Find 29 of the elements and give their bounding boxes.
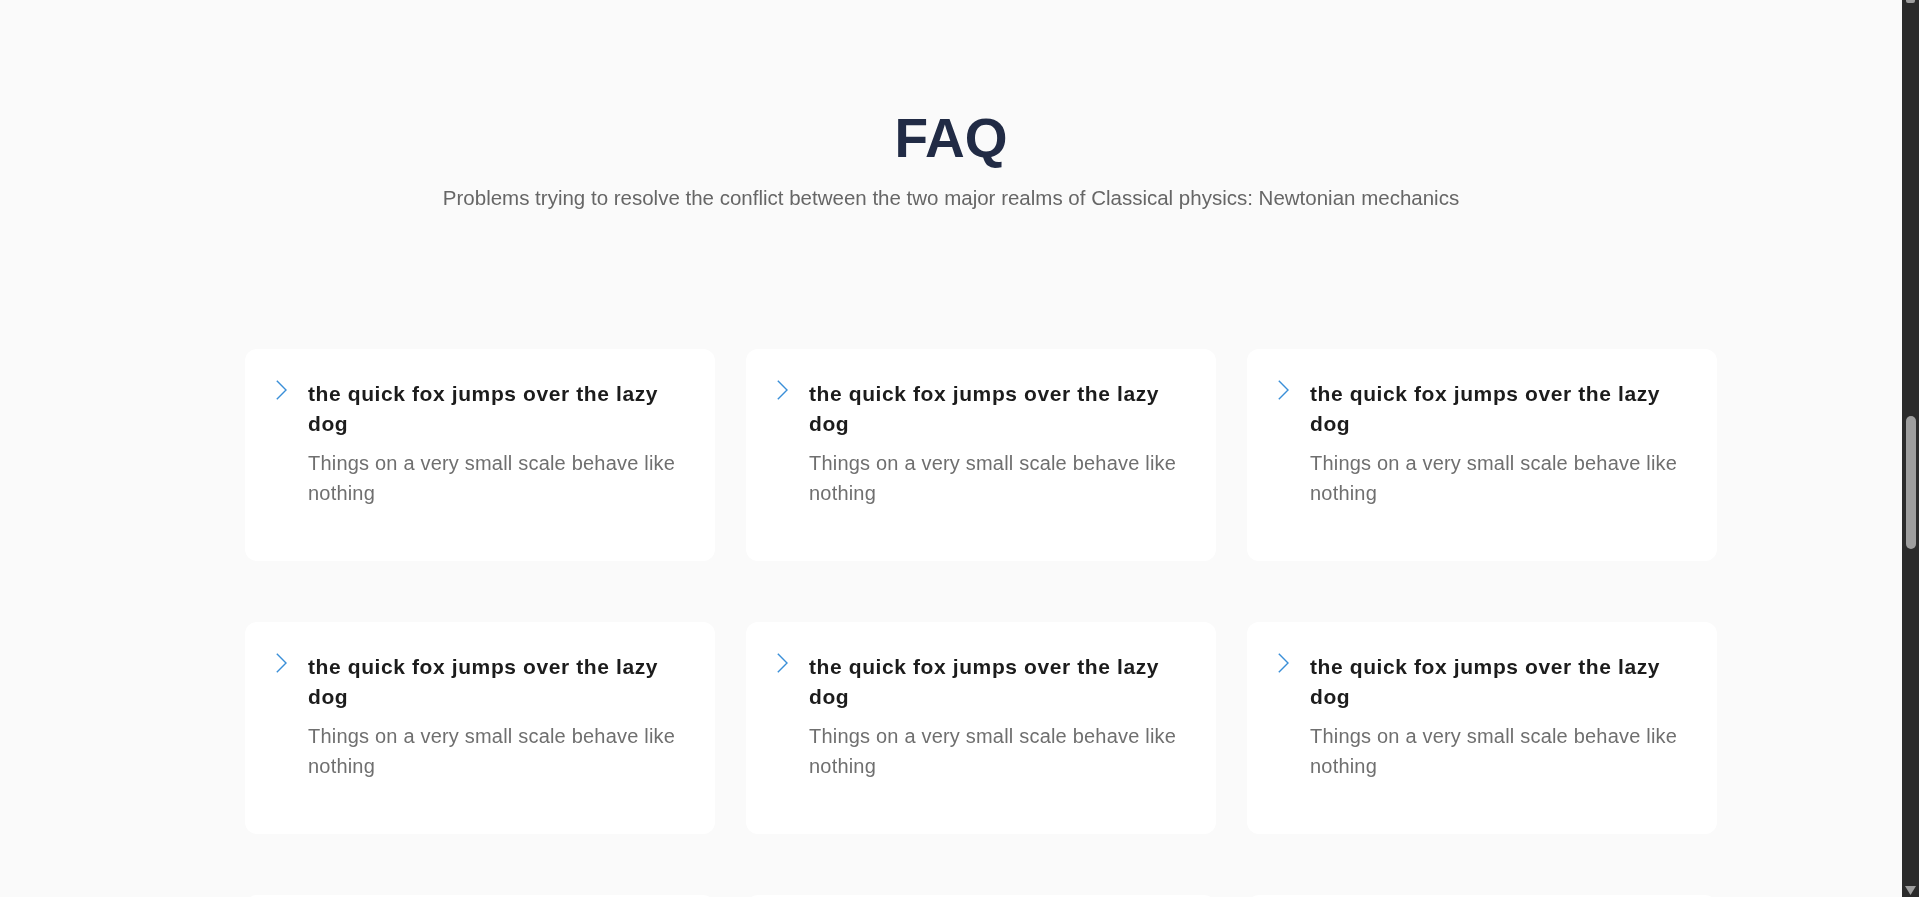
faq-card[interactable]: the quick fox jumps over the lazy dog Things on a very small scale behave like nothing xyxy=(1247,349,1717,561)
chevron-right-icon xyxy=(276,653,287,673)
faq-question: the quick fox jumps over the lazy dog xyxy=(1310,381,1662,437)
chevron-right-icon xyxy=(777,380,788,400)
faq-card[interactable]: the quick fox jumps over the lazy dog Things on a very small scale behave like nothing xyxy=(245,622,715,834)
faq-card[interactable]: the quick fox jumps over the lazy dog Things on a very small scale behave like nothing xyxy=(245,349,715,561)
chevron-right-icon xyxy=(1278,380,1289,400)
faq-card[interactable]: the quick fox jumps over the lazy dog Things on a very small scale behave like nothing xyxy=(1247,622,1717,834)
faq-answer: Things on a very small scale behave like nothing xyxy=(1310,451,1679,506)
scrollbar[interactable] xyxy=(1902,0,1919,897)
faq-answer: Things on a very small scale behave like nothing xyxy=(809,451,1178,506)
faq-question: the quick fox jumps over the lazy dog xyxy=(1310,654,1662,710)
scrollbar-thumb[interactable] xyxy=(1906,416,1916,549)
faq-question: the quick fox jumps over the lazy dog xyxy=(809,654,1161,710)
faq-answer: Things on a very small scale behave like nothing xyxy=(1310,724,1679,779)
faq-answer: Things on a very small scale behave like nothing xyxy=(809,724,1178,779)
faq-question: the quick fox jumps over the lazy dog xyxy=(809,381,1161,437)
faq-answer: Things on a very small scale behave like nothing xyxy=(308,724,677,779)
scroll-down-arrow-icon[interactable] xyxy=(1905,886,1916,895)
page-subtitle: Problems trying to resolve the conflict between the two major realms of Classical physics: Newtonian mechanics xyxy=(442,185,1460,210)
page-title: FAQ xyxy=(894,111,1008,166)
faq-question: the quick fox jumps over the lazy dog xyxy=(308,654,660,710)
chevron-right-icon xyxy=(1278,653,1289,673)
faq-card[interactable]: the quick fox jumps over the lazy dog Things on a very small scale behave like nothing xyxy=(746,622,1216,834)
chevron-right-icon xyxy=(777,653,788,673)
faq-card[interactable]: the quick fox jumps over the lazy dog Things on a very small scale behave like nothing xyxy=(746,349,1216,561)
faq-answer: Things on a very small scale behave like nothing xyxy=(308,451,677,506)
faq-question: the quick fox jumps over the lazy dog xyxy=(308,381,660,437)
chevron-right-icon xyxy=(276,380,287,400)
